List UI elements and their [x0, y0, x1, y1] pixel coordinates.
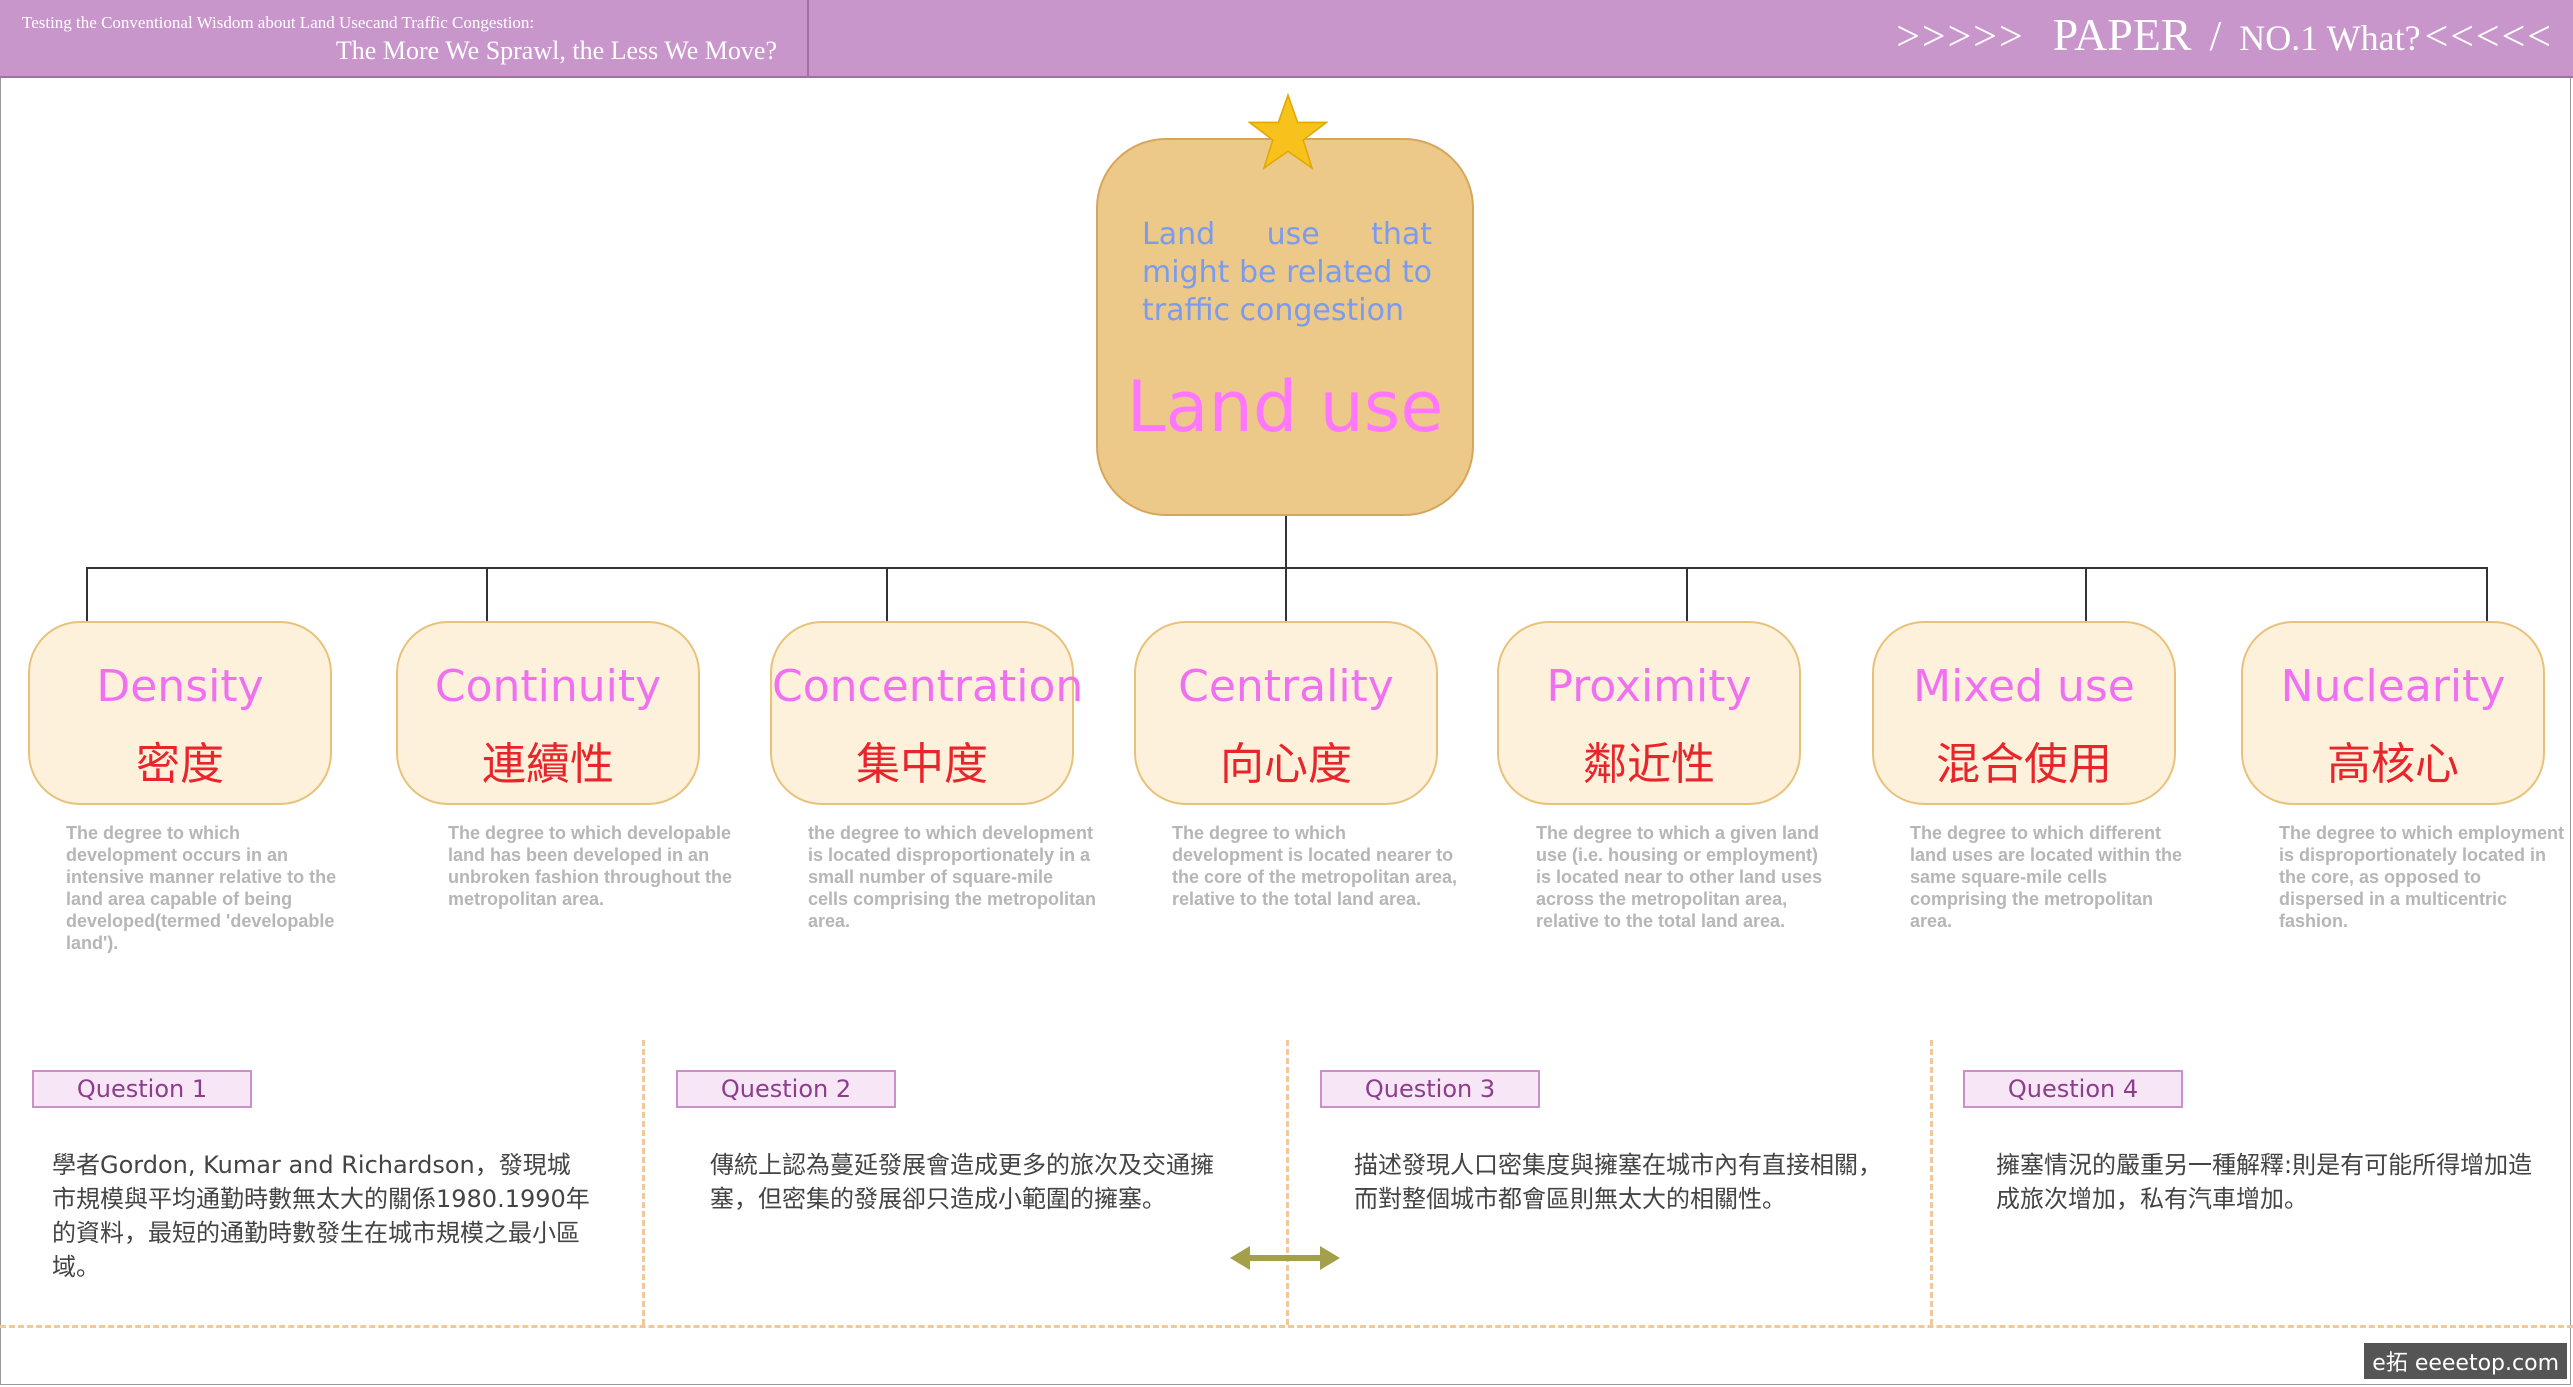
node-label-en: Concentration	[772, 661, 1084, 712]
header-slash: /	[2209, 14, 2222, 60]
header-arrows-left: <<<<<	[2424, 14, 2553, 60]
drop-line-nuclearity	[2486, 567, 2488, 621]
watermark-logo: e拓 eeeetop.com	[2364, 1343, 2567, 1379]
node-description: The degree to which developable land has…	[448, 823, 732, 909]
divider-dashed	[642, 1040, 645, 1325]
question-4-label: Question 4	[1963, 1070, 2183, 1108]
node-proximity: Proximity 鄰近性	[1497, 621, 1801, 805]
central-node: Land use that might be related to traffi…	[1096, 138, 1474, 516]
node-description: The degree to which employment is dispro…	[2279, 823, 2565, 931]
node-density: Density 密度	[28, 621, 332, 805]
divider-dashed	[1286, 1040, 1289, 1325]
node-nuclearity: Nuclearity 高核心	[2241, 621, 2545, 805]
node-label-en: Centrality	[1178, 661, 1394, 712]
header-right: >>>>> PAPER / NO.1 What? <<<<<	[1896, 8, 2553, 61]
drop-line-centrality	[1285, 567, 1287, 621]
node-centrality: Centrality 向心度	[1134, 621, 1438, 805]
header-title: The More We Sprawl, the Less We Move?	[335, 36, 777, 65]
header-bar: Testing the Conventional Wisdom about La…	[0, 0, 2573, 78]
central-title: Land use	[1126, 366, 1444, 448]
double-arrow-icon	[1230, 1246, 1340, 1270]
question-2-label: Question 2	[676, 1070, 896, 1108]
header-arrows-right: >>>>>	[1896, 14, 2025, 60]
drop-line-proximity	[1686, 567, 1688, 621]
header-subtitle: Testing the Conventional Wisdom about La…	[22, 13, 535, 32]
header-what: NO.1 What?	[2239, 18, 2421, 58]
node-label-en: Mixed use	[1913, 661, 2135, 712]
node-label-en: Density	[96, 661, 264, 712]
drop-line-mixed-use	[2085, 567, 2087, 621]
question-2-text: 傳統上認為蔓延發展會造成更多的旅次及交通擁塞，但密集的發展卻只造成小範圍的擁塞。	[710, 1151, 1214, 1213]
header-left-panel: Testing the Conventional Wisdom about La…	[0, 0, 809, 76]
node-label-zh: 混合使用	[1936, 739, 2112, 790]
node-mixed-use: Mixed use 混合使用	[1872, 621, 2176, 805]
trunk-line	[1285, 516, 1287, 568]
central-subtitle: Land use that might be related to traffi…	[1142, 217, 1432, 328]
node-continuity: Continuity 連續性	[396, 621, 700, 805]
node-concentration: Concentration 集中度	[770, 621, 1084, 805]
header-paper: PAPER	[2052, 9, 2192, 60]
node-description: The degree to which a given land use (i.…	[1536, 823, 1823, 931]
drop-line-concentration	[886, 567, 888, 621]
node-label-zh: 密度	[136, 739, 224, 790]
node-label-zh: 連續性	[482, 739, 614, 790]
divider-dashed	[1930, 1040, 1933, 1325]
star-icon	[1248, 92, 1328, 171]
branch-line	[86, 567, 2488, 569]
question-3-label: Question 3	[1320, 1070, 1540, 1108]
node-label-en: Proximity	[1546, 661, 1752, 712]
node-description: The degree to which development is locat…	[1172, 823, 1458, 909]
question-4-text: 擁塞情況的嚴重另一種解釋:則是有可能所得增加造成旅次增加，私有汽車增加。	[1996, 1151, 2533, 1213]
node-label-zh: 集中度	[856, 739, 988, 790]
node-label-zh: 向心度	[1220, 739, 1352, 790]
node-description: The degree to which development occurs i…	[66, 823, 337, 953]
node-label-zh: 鄰近性	[1583, 739, 1715, 790]
drop-line-continuity	[486, 567, 488, 621]
node-label-zh: 高核心	[2327, 739, 2459, 790]
bottom-dashed-line	[0, 1325, 2573, 1328]
node-label-en: Nuclearity	[2280, 661, 2506, 712]
question-3-text: 描述發現人口密集度與擁塞在城市內有直接相關，而對整個城市都會區則無太大的相關性。	[1354, 1151, 1882, 1213]
node-description: The degree to which different land uses …	[1910, 823, 2183, 931]
question-1-text: 學者Gordon, Kumar and Richardson，發現城市規模與平均…	[52, 1151, 590, 1281]
drop-line-density	[86, 567, 88, 621]
question-1-label: Question 1	[32, 1070, 252, 1108]
node-label-en: Continuity	[434, 661, 662, 712]
node-description: the degree to which development is locat…	[808, 823, 1097, 931]
